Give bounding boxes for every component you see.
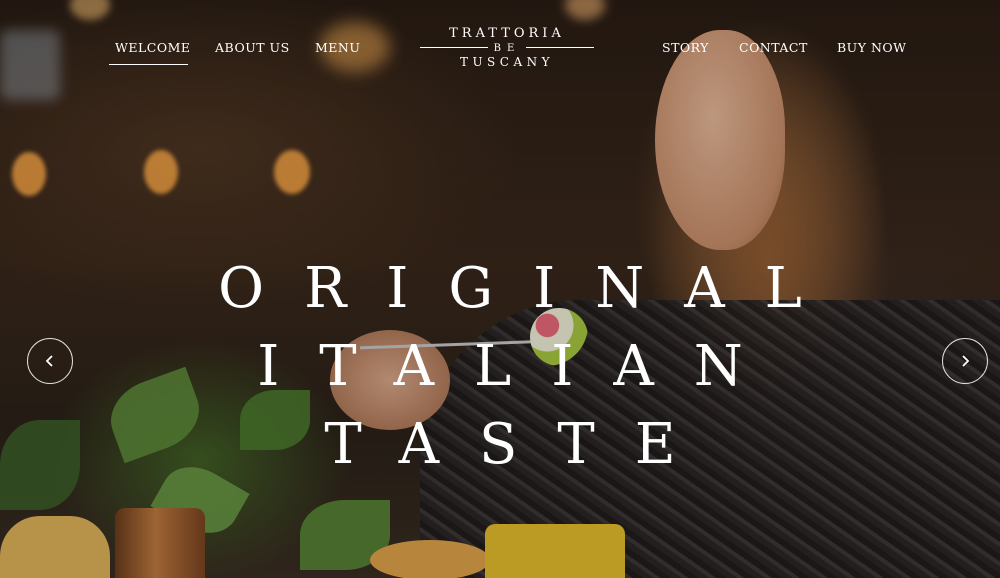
slider-next-button[interactable]: [942, 338, 988, 384]
main-navigation: WELCOME ABOUT US MENU TRATTORIA BE TUSCA…: [0, 0, 1000, 80]
hero-section: WELCOME ABOUT US MENU TRATTORIA BE TUSCA…: [0, 0, 1000, 578]
logo-rule-right: [526, 47, 594, 48]
slider-prev-button[interactable]: [27, 338, 73, 384]
chevron-right-icon: [962, 355, 970, 367]
headline-line-2: ITALIAN: [257, 334, 783, 399]
logo-line-2: BE: [493, 43, 521, 54]
logo-line-1: TRATTORIA: [449, 26, 565, 41]
site-logo[interactable]: TRATTORIA BE TUSCANY: [420, 26, 594, 70]
nav-buy-now[interactable]: BUY NOW: [837, 40, 906, 55]
nav-about-us[interactable]: ABOUT US: [215, 40, 290, 55]
logo-rule-left: [420, 47, 488, 48]
chevron-left-icon: [45, 355, 53, 367]
hero-headline: ORIGINAL ITALIAN TASTE: [0, 250, 1000, 484]
headline-line-3: TASTE: [324, 412, 716, 477]
nav-menu[interactable]: MENU: [315, 40, 360, 55]
nav-welcome[interactable]: WELCOME: [115, 40, 191, 55]
headline-line-1: ORIGINAL: [218, 256, 842, 321]
nav-contact[interactable]: CONTACT: [739, 40, 808, 55]
nav-active-underline: [109, 64, 188, 65]
nav-story[interactable]: STORY: [662, 40, 709, 55]
logo-line-3: TUSCANY: [459, 55, 555, 69]
